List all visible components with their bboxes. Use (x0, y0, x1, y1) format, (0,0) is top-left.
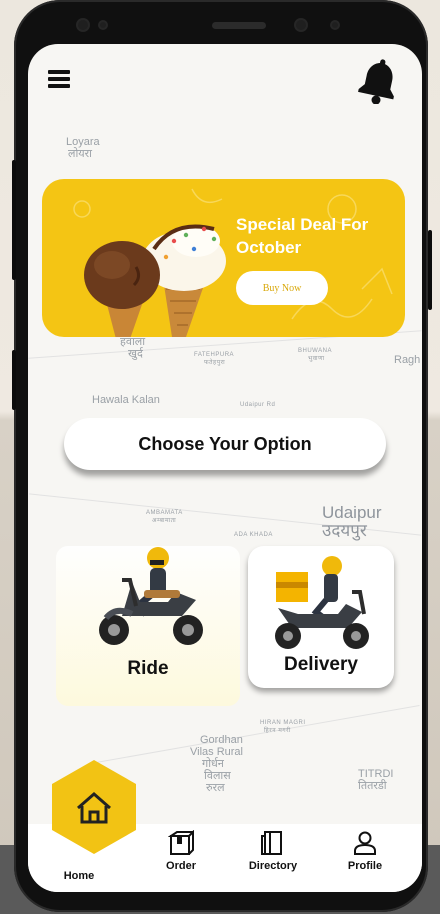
bell-icon[interactable] (358, 56, 400, 105)
map-label: HIRAN MAGRI (260, 720, 306, 726)
map-label: भुवाणा (308, 356, 325, 362)
front-sensor (78, 20, 88, 30)
delivery-option-card[interactable]: Delivery (248, 546, 394, 688)
ride-option-card[interactable]: Ride (56, 546, 240, 706)
bixby-button (12, 350, 16, 410)
nav-label-home: Home (63, 870, 95, 882)
nav-item-order[interactable]: Order (146, 830, 216, 872)
map-label: खुर्द (128, 348, 143, 360)
map-label: गोर्धन (202, 758, 224, 770)
map-label: विलास (204, 770, 231, 782)
map-label: Udaipur Rd (240, 402, 276, 408)
map-label: Loyara (66, 136, 100, 148)
nav-label-order: Order (166, 860, 196, 872)
promo-banner[interactable]: Special Deal For October Buy Now (42, 179, 405, 337)
choose-option-heading: Choose Your Option (64, 418, 386, 470)
earpiece-speaker (212, 22, 266, 29)
volume-button (12, 160, 16, 280)
hamburger-menu-icon[interactable] (48, 70, 70, 88)
map-label: AMBAMATA (146, 510, 183, 516)
ride-label: Ride (127, 658, 169, 679)
map-label: ADA KHADA (234, 532, 273, 538)
top-bar (28, 44, 422, 114)
profile-user-icon (354, 831, 376, 855)
map-label: लोयरा (68, 148, 93, 160)
map-label: Hawala Kalan (92, 394, 160, 406)
delivery-label: Delivery (284, 654, 358, 675)
map-label: अम्बामाता (152, 518, 177, 524)
map-road (90, 705, 420, 764)
nav-label-directory: Directory (248, 860, 298, 872)
nav-item-directory[interactable]: Directory (238, 830, 308, 872)
home-nav-button[interactable] (50, 758, 138, 856)
map-label: Udaipur (322, 503, 382, 522)
map-label: TITRDI (358, 768, 394, 780)
front-camera (296, 20, 306, 30)
map-label: FATEHPURA (194, 352, 235, 358)
map-label: Vilas Rural (190, 746, 243, 758)
map-label: BHUWANA (298, 348, 332, 354)
map-label: रुरल (206, 782, 225, 794)
scooter-rider-illustration (92, 546, 210, 650)
nav-item-profile[interactable]: Profile (330, 830, 400, 872)
map-label: तितरडी (358, 780, 387, 792)
directory-book-icon (261, 831, 282, 855)
map-label: Ragh (394, 354, 421, 366)
map-label: हवाला (120, 336, 146, 348)
map-label: फतेहपुरा (204, 360, 226, 366)
app-screen: Loyara लोयरा हवाला खुर्द FATEHPURA फतेहप… (28, 44, 422, 892)
buy-now-button[interactable]: Buy Now (236, 271, 328, 305)
map-label: हिरन मगरी (264, 728, 291, 734)
map-label: Gordhan (200, 734, 243, 746)
delivery-scooter-illustration (268, 556, 374, 652)
nav-item-home[interactable]: Home (44, 866, 114, 882)
banner-title: Special Deal For October (236, 215, 369, 257)
nav-label-profile: Profile (347, 860, 383, 872)
power-button (428, 230, 432, 310)
order-box-icon (168, 830, 194, 855)
light-sensor (332, 22, 338, 28)
map-label: उदयपुर (322, 521, 367, 540)
proximity-sensor (100, 22, 106, 28)
ice-cream-image (54, 189, 234, 337)
